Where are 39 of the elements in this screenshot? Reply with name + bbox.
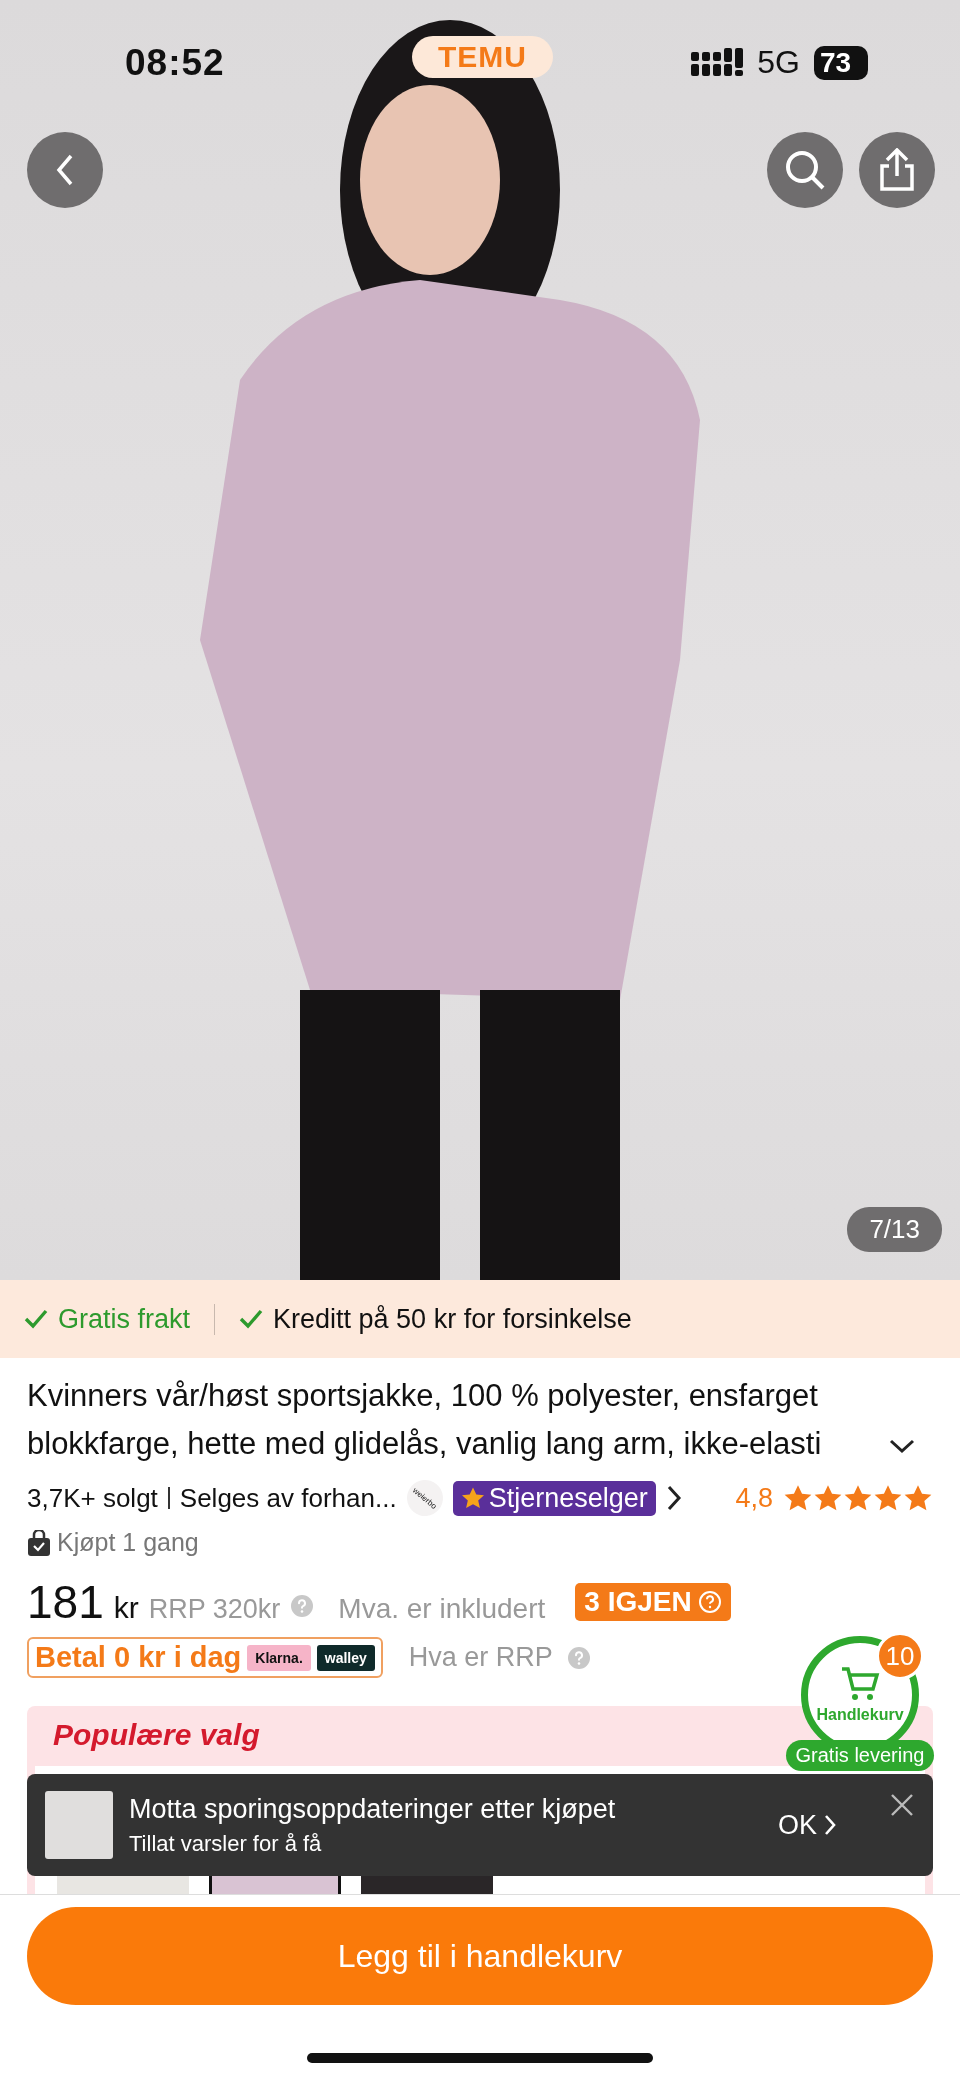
stock-badge: 3 IGJEN: [575, 1583, 731, 1621]
help-icon: [290, 1594, 315, 1618]
purchase-count: Kjøpt 1 gang: [57, 1528, 199, 1557]
signal-icon: [691, 47, 744, 78]
cart-icon: [840, 1666, 880, 1702]
check-icon: [24, 1309, 48, 1329]
close-icon[interactable]: [889, 1792, 915, 1818]
seller-link[interactable]: Selges av forhan...: [179, 1482, 397, 1514]
pay-later-badge[interactable]: Betal 0 kr i dag Klarna. walley: [27, 1637, 383, 1678]
popular-title: Populære valg: [52, 1718, 261, 1753]
benefit-label: Kreditt på 50 kr for forsinkelse: [273, 1303, 632, 1335]
ok-button[interactable]: OK: [772, 1808, 843, 1842]
back-icon: [55, 153, 75, 187]
rrp-price: RRP 320kr: [148, 1594, 281, 1625]
vat-note: Mva. er inkludert: [338, 1593, 546, 1625]
product-thumbnail: [45, 1791, 113, 1859]
shopping-bag-icon: [27, 1529, 51, 1556]
search-icon: [783, 148, 827, 192]
help-icon: [566, 1645, 591, 1670]
delivery-badge: Gratis levering: [785, 1740, 935, 1771]
toast-title: Motta sporingsoppdateringer etter kjøpet: [129, 1793, 617, 1825]
toast-subtitle: Tillat varsler for å få: [129, 1830, 323, 1857]
chevron-right-icon: [823, 1813, 837, 1837]
battery-level: 73: [814, 45, 868, 80]
app-badge: TEMU: [412, 36, 553, 78]
status-time: 08:52: [125, 42, 225, 84]
rating-value: 4,8: [735, 1482, 773, 1514]
seller-badge: Stjerneselger: [452, 1480, 656, 1516]
product-title: Kvinners vår/høst sportsjakke, 100 % polyester, ensfarget blokkfarge, hette med glidelås, vanlig lang arm, ikke-elasti: [27, 1377, 823, 1463]
benefit-label: Gratis frakt: [58, 1303, 191, 1335]
image-counter: 7/13: [847, 1207, 942, 1252]
product-price: 181: [27, 1575, 104, 1629]
sold-count: 3,7K+ solgt: [27, 1482, 158, 1514]
chevron-right-icon[interactable]: [665, 1484, 682, 1512]
price-currency: kr: [113, 1591, 139, 1625]
network-label: 5G: [757, 44, 800, 81]
share-icon: [877, 148, 917, 192]
check-icon: [239, 1309, 264, 1329]
cart-count: 10: [876, 1632, 924, 1680]
